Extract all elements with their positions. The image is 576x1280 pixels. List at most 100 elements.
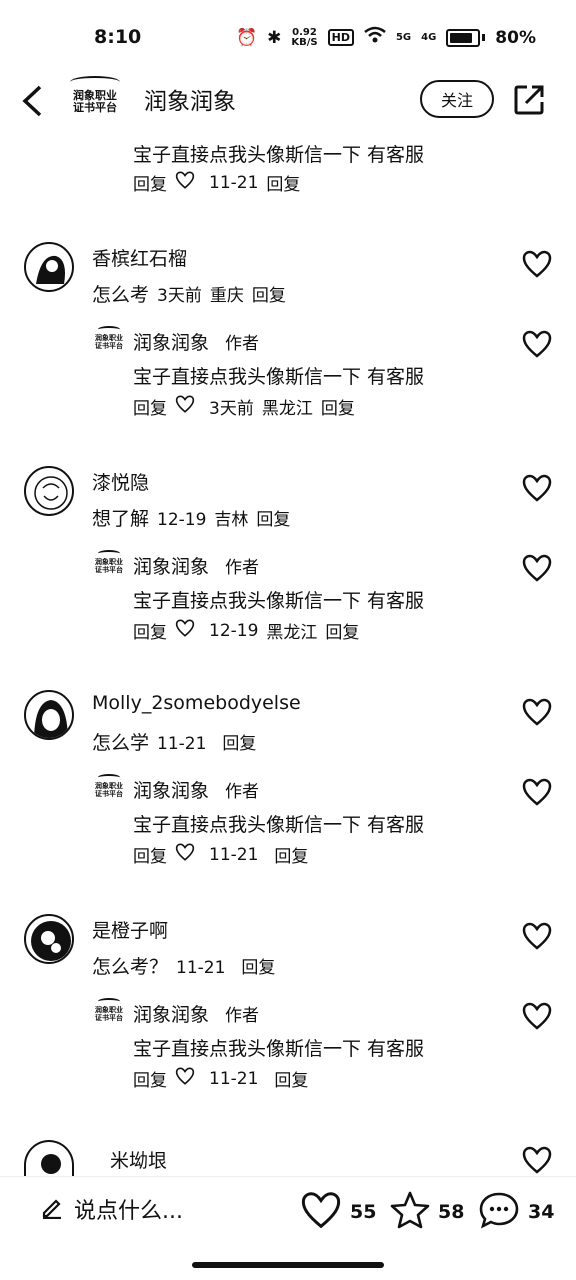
author-avatar[interactable]: 润象职业 证书平台 bbox=[94, 774, 124, 800]
comment-date: 11-21 bbox=[176, 958, 226, 978]
signal-4g: 4G bbox=[421, 32, 437, 43]
like-button[interactable]: 55 bbox=[300, 1191, 376, 1233]
comment-text: 想了解 bbox=[92, 508, 150, 530]
follow-button[interactable]: 关注 bbox=[420, 80, 494, 118]
small-heart-icon[interactable] bbox=[175, 619, 195, 642]
author-name[interactable]: 润象润象 bbox=[133, 1000, 209, 1027]
reply-link[interactable]: 回复 bbox=[252, 281, 286, 306]
author-name[interactable]: 润象润象 bbox=[133, 776, 209, 803]
favorite-count: 58 bbox=[438, 1201, 465, 1223]
comment-count: 34 bbox=[528, 1201, 555, 1223]
reply-link[interactable]: 回复 bbox=[266, 170, 300, 195]
avatar[interactable] bbox=[24, 242, 74, 292]
favorite-button[interactable]: 58 bbox=[390, 1191, 464, 1233]
small-heart-icon[interactable] bbox=[175, 1067, 195, 1090]
star-icon bbox=[390, 1191, 430, 1233]
author-tag: 作者 bbox=[225, 334, 260, 354]
like-heart-icon[interactable] bbox=[522, 698, 552, 726]
reply-text: 宝子直接点我头像斯信一下 有客服 bbox=[133, 814, 425, 836]
status-bar: 8:10 ⏰ ✱ 0.92 KB/S HD 5G 4G 80% bbox=[0, 0, 576, 72]
like-heart-icon[interactable] bbox=[522, 474, 552, 502]
reply-meta: 回复 11-21 回复 bbox=[133, 1066, 308, 1091]
comment-date: 12-19 bbox=[157, 510, 207, 530]
reply-link[interactable]: 回复 bbox=[222, 729, 256, 754]
reply-link[interactable]: 回复 bbox=[241, 953, 275, 978]
author-tag: 作者 bbox=[225, 1006, 260, 1026]
author-avatar[interactable]: 润象职业 证书平台 bbox=[94, 550, 124, 576]
author-name[interactable]: 润象润象 bbox=[133, 552, 209, 579]
avatar[interactable] bbox=[24, 690, 74, 740]
reply-date: 11-21 bbox=[209, 172, 259, 193]
comment-bubble-icon bbox=[478, 1191, 520, 1233]
like-heart-icon[interactable] bbox=[522, 330, 552, 358]
alarm-icon: ⏰ bbox=[235, 27, 258, 48]
reply-link[interactable]: 回复 bbox=[133, 1066, 167, 1091]
reply-location: 黑龙江 bbox=[261, 399, 313, 419]
avatar[interactable] bbox=[24, 1140, 74, 1176]
reply-text: 宝子直接点我头像斯信一下 有客服 bbox=[133, 366, 425, 388]
like-count: 55 bbox=[350, 1201, 377, 1223]
reply-link[interactable]: 回复 bbox=[274, 1066, 308, 1091]
author-name-row: 润象润象 作者 bbox=[133, 1000, 259, 1027]
comment-username[interactable]: 香槟红石榴 bbox=[92, 244, 187, 271]
author-tag: 作者 bbox=[225, 782, 260, 802]
author-name-row: 润象润象 作者 bbox=[133, 328, 259, 355]
small-heart-icon[interactable] bbox=[175, 395, 195, 418]
reply-link[interactable]: 回复 bbox=[133, 394, 167, 419]
comment-username[interactable]: 是橙子啊 bbox=[92, 916, 168, 943]
comment-body: 怎么学 11-21 回复 bbox=[92, 728, 256, 755]
author-avatar[interactable]: 润象职业 证书平台 bbox=[94, 998, 124, 1024]
battery-tip bbox=[482, 34, 486, 41]
status-time: 8:10 bbox=[94, 26, 142, 48]
like-heart-icon[interactable] bbox=[522, 778, 552, 806]
avatar[interactable] bbox=[24, 914, 74, 964]
back-icon[interactable] bbox=[20, 84, 50, 120]
home-indicator[interactable] bbox=[192, 1262, 384, 1268]
reply-link[interactable]: 回复 bbox=[133, 618, 167, 643]
comment-input[interactable]: 说点什么... bbox=[40, 1193, 183, 1225]
reply-link[interactable]: 回复 bbox=[133, 170, 167, 195]
reply-date: 3天前 bbox=[209, 399, 254, 419]
like-heart-icon[interactable] bbox=[522, 1002, 552, 1030]
comment-text: 怎么考？ bbox=[92, 956, 169, 978]
reply-link[interactable]: 回复 bbox=[256, 505, 290, 530]
comment-username[interactable]: Molly_2somebodyelse bbox=[92, 692, 301, 714]
comment-location: 重庆 bbox=[209, 286, 244, 306]
reply-link[interactable]: 回复 bbox=[133, 842, 167, 867]
header: 润象职业 证书平台 润象润象 关注 bbox=[0, 72, 576, 128]
share-icon[interactable] bbox=[513, 84, 545, 116]
like-heart-icon[interactable] bbox=[522, 1146, 552, 1176]
partial-reply-text: 宝子直接点我头像斯信一下 有客服 bbox=[133, 144, 425, 166]
comment-date: 3天前 bbox=[157, 286, 202, 306]
avatar[interactable] bbox=[24, 466, 74, 516]
reply-link[interactable]: 回复 bbox=[321, 394, 355, 419]
battery-icon bbox=[446, 28, 481, 47]
comment-date: 11-21 bbox=[157, 734, 207, 754]
reply-link[interactable]: 回复 bbox=[325, 618, 359, 643]
like-heart-icon[interactable] bbox=[522, 922, 552, 950]
author-name[interactable]: 润象润象 bbox=[133, 328, 209, 355]
reply-text: 宝子直接点我头像斯信一下 有客服 bbox=[133, 590, 425, 612]
comment-username[interactable]: 米坳垠 bbox=[110, 1146, 167, 1176]
account-logo[interactable]: 润象职业 证书平台 bbox=[66, 76, 124, 124]
comments-button[interactable]: 34 bbox=[478, 1191, 554, 1233]
partial-reply-meta: 回复 11-21 回复 bbox=[133, 170, 300, 195]
author-avatar[interactable]: 润象职业 证书平台 bbox=[94, 326, 124, 352]
wifi-icon bbox=[364, 26, 386, 49]
comment-username[interactable]: 漆悦隐 bbox=[92, 468, 149, 495]
author-name-row: 润象润象 作者 bbox=[133, 776, 259, 803]
heart-icon bbox=[300, 1191, 342, 1233]
bluetooth-icon: ✱ bbox=[267, 27, 282, 48]
small-heart-icon[interactable] bbox=[175, 171, 195, 194]
bottom-action-bar: 说点什么... 55 58 34 bbox=[0, 1176, 576, 1247]
comment-input-placeholder: 说点什么... bbox=[74, 1199, 183, 1224]
comment-text: 怎么考 bbox=[92, 284, 150, 306]
reply-date: 11-21 bbox=[209, 1068, 259, 1089]
like-heart-icon[interactable] bbox=[522, 250, 552, 278]
small-heart-icon[interactable] bbox=[175, 843, 195, 866]
account-name[interactable]: 润象润象 bbox=[144, 82, 236, 116]
like-heart-icon[interactable] bbox=[522, 554, 552, 582]
reply-link[interactable]: 回复 bbox=[274, 842, 308, 867]
status-icons: ⏰ ✱ 0.92 KB/S HD 5G 4G 80% bbox=[236, 26, 536, 49]
comment-body: 怎么考 3天前 重庆 回复 bbox=[92, 280, 286, 307]
